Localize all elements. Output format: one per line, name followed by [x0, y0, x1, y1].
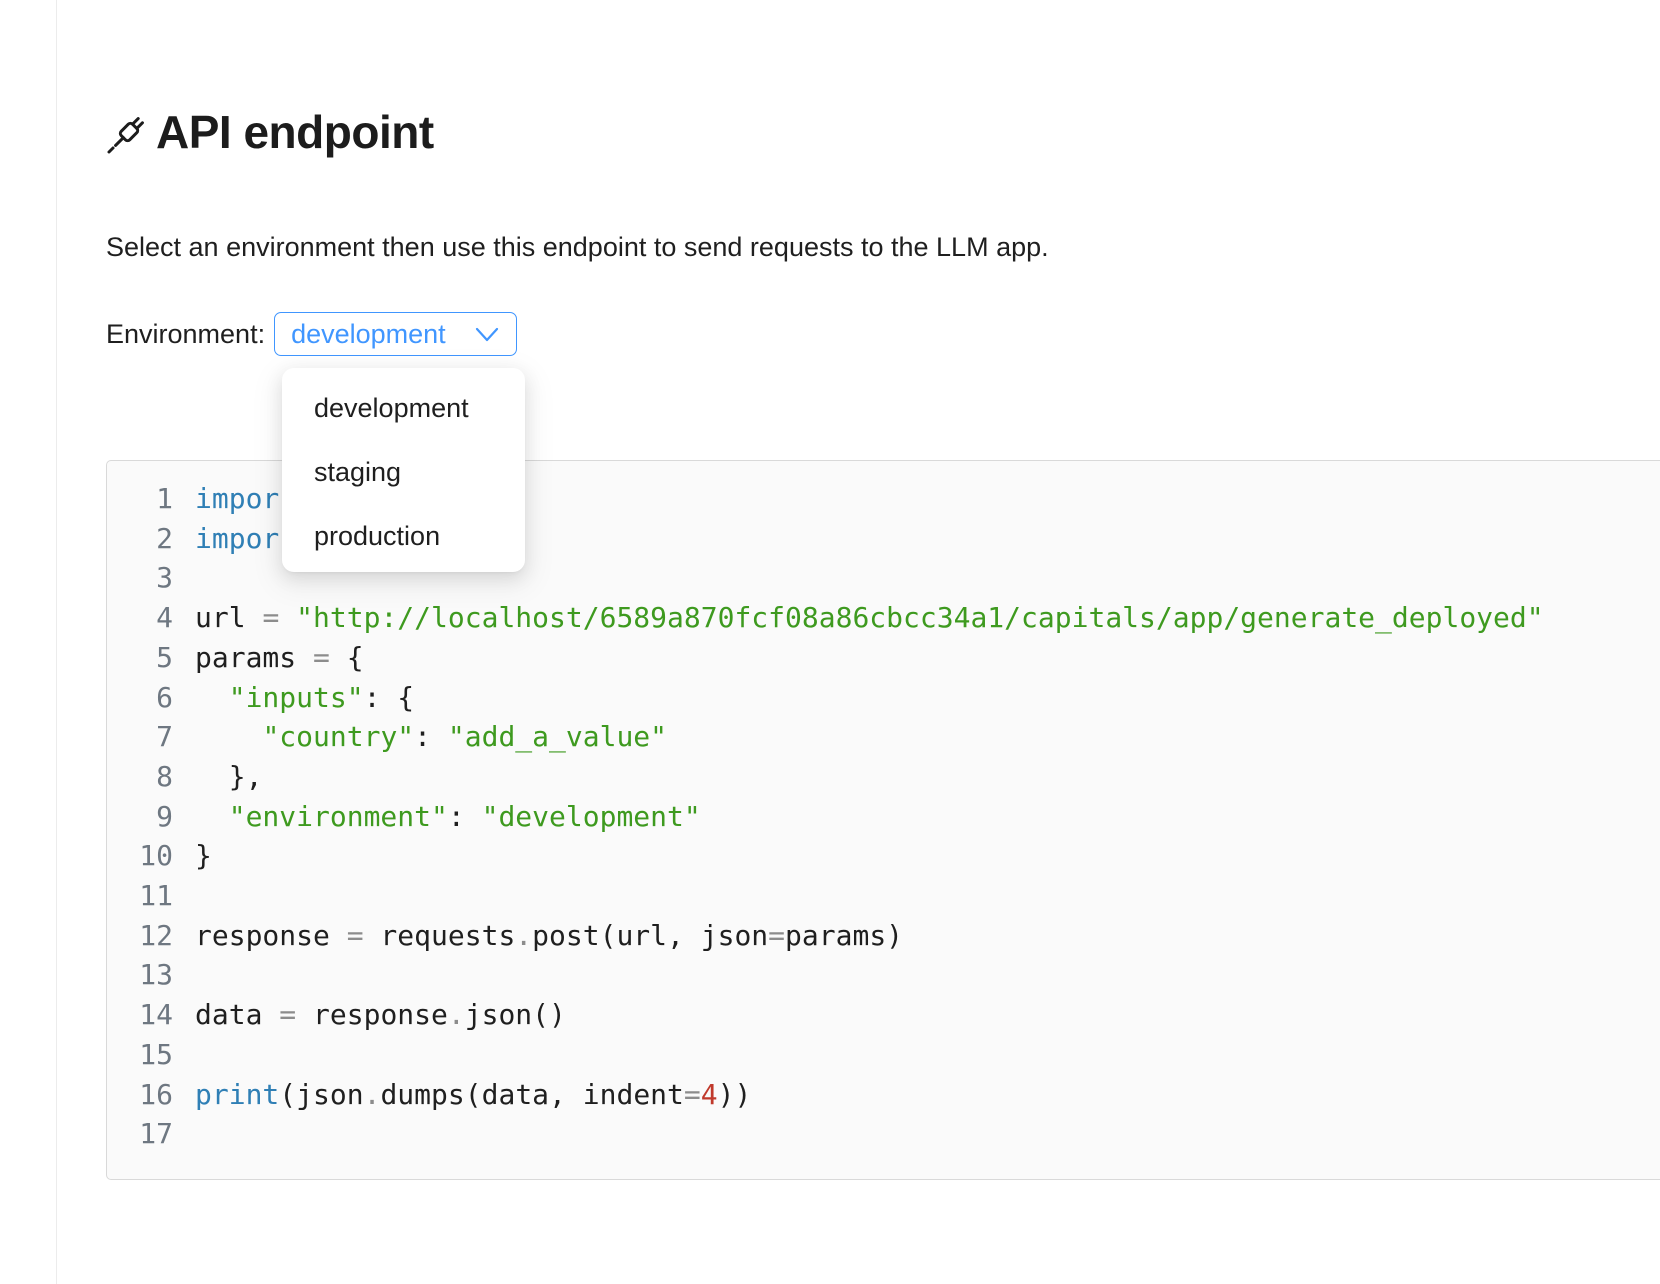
dropdown-option-development[interactable]: development: [282, 376, 525, 440]
code-token: response: [195, 918, 347, 952]
code-token: requests: [363, 918, 516, 952]
api-endpoint-panel: API endpoint Select an environment then …: [106, 0, 1660, 1284]
code-line: 13: [107, 954, 1660, 996]
code-token: url: [195, 601, 263, 635]
line-number: 12: [139, 918, 173, 952]
environment-selector-row: Environment: development: [106, 310, 518, 358]
line-number: 8: [156, 759, 173, 793]
code-line: 7 "country": "add_a_value": [107, 716, 1660, 758]
code-line: 10}: [107, 835, 1660, 877]
code-line: 16 print(json.dumps(data, indent=4)): [107, 1074, 1660, 1116]
line-number: 15: [139, 1037, 173, 1071]
code-token: impor: [195, 482, 280, 515]
line-number: 7: [156, 720, 173, 754]
code-token: data: [195, 998, 280, 1032]
line-number: 14: [139, 998, 173, 1032]
code-token: .: [447, 998, 465, 1032]
page-header: API endpoint: [106, 100, 434, 164]
code-token: dumps(data, indent: [380, 1077, 684, 1111]
code-token: :: [447, 799, 482, 833]
line-number: 2: [156, 521, 173, 555]
code-token: print: [195, 1077, 280, 1111]
line-number: 1: [156, 482, 173, 515]
dropdown-option-production[interactable]: production: [282, 504, 525, 568]
code-token: =: [768, 918, 786, 952]
dropdown-option-staging[interactable]: staging: [282, 440, 525, 504]
page-title: API endpoint: [156, 106, 434, 158]
code-line: 14 data = response.json(): [107, 994, 1660, 1036]
code-token: "add_a_value": [447, 720, 668, 754]
code-token: }: [195, 839, 212, 873]
code-token: =: [279, 998, 297, 1032]
code-token: response: [296, 998, 448, 1032]
code-token: "development": [481, 799, 701, 833]
environment-label: Environment:: [106, 318, 266, 349]
line-number: 13: [139, 958, 173, 992]
line-number: 16: [139, 1077, 173, 1111]
code-line: 6 "inputs": {: [107, 677, 1660, 719]
code-line: 15: [107, 1034, 1660, 1076]
code-token: },: [195, 759, 263, 793]
code-token: {: [329, 640, 364, 674]
environment-dropdown-menu: development staging production: [282, 368, 525, 572]
code-line: 5 params = {: [107, 637, 1660, 679]
line-number: 10: [139, 839, 173, 873]
line-number: 4: [156, 601, 173, 635]
code-token: )): [717, 1077, 752, 1111]
plug-icon: [106, 109, 152, 155]
code-token: json(): [464, 998, 566, 1032]
code-line: 11: [107, 875, 1660, 917]
code-token: .: [515, 918, 533, 952]
line-number: 9: [156, 799, 173, 833]
code-token: params): [785, 918, 904, 952]
environment-select-value: development: [291, 318, 446, 349]
code-token: =: [262, 601, 280, 635]
line-number: 11: [139, 879, 173, 912]
code-token: "http://localhost/6589a870fcf08a86cbcc34…: [296, 601, 1544, 635]
code-line: 12 response = requests.post(url, json=par…: [107, 915, 1660, 957]
chevron-down-icon: [474, 321, 500, 347]
code-token: .: [363, 1077, 381, 1111]
line-number: 5: [156, 640, 173, 674]
code-line: 8 },: [107, 756, 1660, 798]
line-number: 3: [156, 561, 173, 595]
code-token: :: [414, 720, 448, 754]
page-description: Select an environment then use this endp…: [106, 232, 1049, 262]
code-token: (json: [279, 1077, 364, 1111]
code-token: =: [346, 918, 364, 952]
code-token: impor: [195, 521, 280, 555]
code-token: 4: [700, 1077, 718, 1111]
code-token: =: [683, 1077, 701, 1111]
code-token: "country": [262, 720, 415, 754]
line-number: 17: [139, 1117, 173, 1151]
code-token: post(url, json: [532, 918, 769, 952]
sidebar-divider: [56, 0, 57, 1284]
code-token: : {: [363, 680, 415, 714]
code-token: params: [195, 640, 314, 674]
code-line: 4 url = "http://localhost/6589a870fcf08a8…: [107, 597, 1660, 639]
code-token: "environment": [228, 799, 448, 833]
code-line: 17: [107, 1113, 1660, 1155]
code-token: "inputs": [228, 680, 364, 714]
code-token: =: [313, 640, 330, 674]
environment-select[interactable]: development: [274, 312, 518, 356]
line-number: 6: [156, 680, 173, 714]
code-line: 9 "environment": "development": [107, 796, 1660, 838]
